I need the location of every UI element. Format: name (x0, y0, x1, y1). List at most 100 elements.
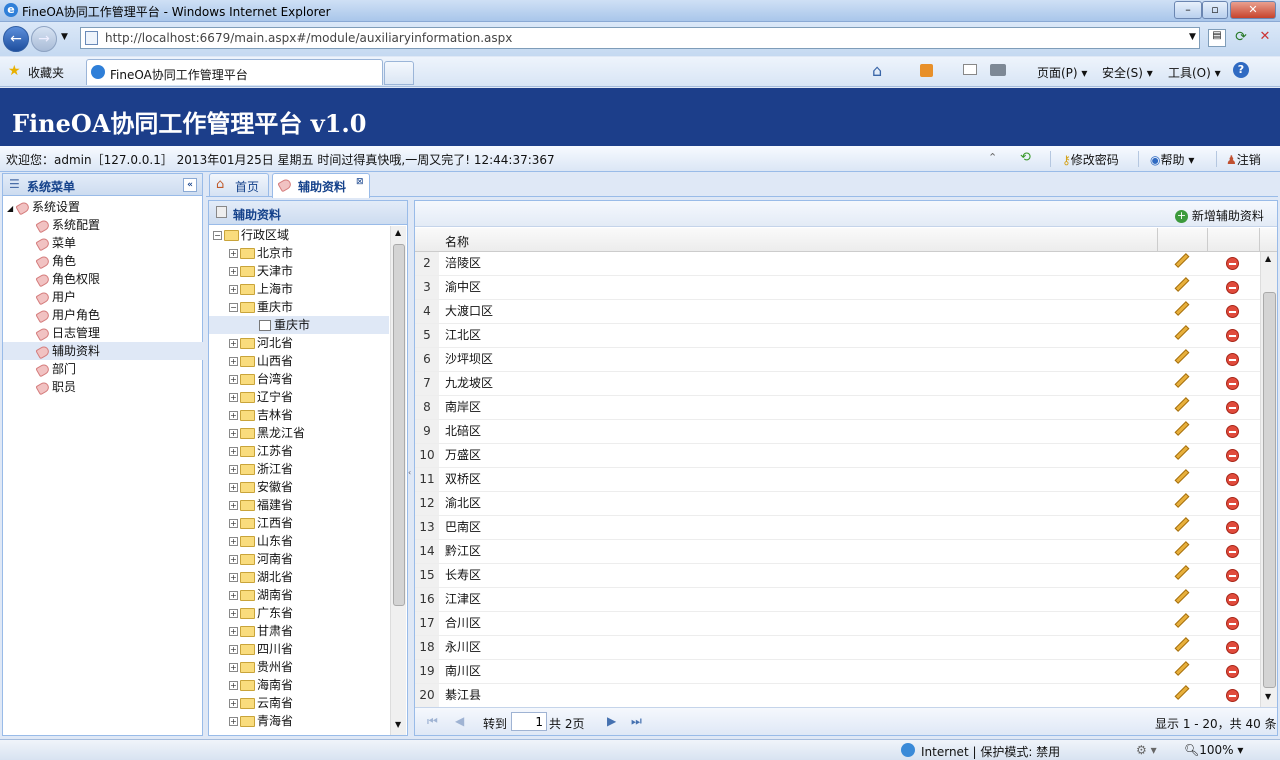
sidebar-item-menu[interactable]: 菜单 (3, 234, 203, 252)
expand-toggle-icon[interactable]: + (229, 447, 238, 456)
help-circle-icon[interactable]: ? (1233, 62, 1249, 78)
tree-node[interactable]: + 北京市 (229, 244, 293, 262)
table-row[interactable]: 9 北碚区 (415, 420, 1260, 444)
table-row[interactable]: 15 长寿区 (415, 564, 1260, 588)
tree-node[interactable]: + 山东省 (229, 532, 293, 550)
collapse-toggle-icon[interactable]: − (229, 303, 238, 312)
minimize-button[interactable]: – (1174, 1, 1202, 19)
expand-toggle-icon[interactable]: + (229, 501, 238, 510)
edit-pencil-icon[interactable] (1174, 613, 1190, 628)
zone-text[interactable]: Internet | 保护模式: 禁用 (921, 743, 1060, 760)
browser-tab[interactable]: FineOA协同工作管理平台 (86, 59, 383, 85)
tree-node[interactable]: + 湖北省 (229, 568, 293, 586)
address-bar[interactable]: http://localhost:6679/main.aspx#/module/… (80, 27, 1200, 49)
delete-icon[interactable] (1226, 401, 1239, 414)
tree-node[interactable]: + 河北省 (229, 334, 293, 352)
expand-toggle-icon[interactable]: + (229, 573, 238, 582)
delete-icon[interactable] (1226, 353, 1239, 366)
tree-node[interactable]: + 上海市 (229, 280, 293, 298)
scroll-up-arrow-icon[interactable]: ▲ (395, 228, 401, 237)
grid-scroll-thumb[interactable] (1263, 292, 1276, 688)
table-row[interactable]: 6 沙坪坝区 (415, 348, 1260, 372)
expand-toggle-icon[interactable]: + (229, 591, 238, 600)
edit-pencil-icon[interactable] (1174, 325, 1190, 340)
expand-toggle-icon[interactable]: + (229, 483, 238, 492)
expand-toggle-icon[interactable]: + (229, 645, 238, 654)
table-row[interactable]: 20 綦江县 (415, 684, 1260, 707)
delete-icon[interactable] (1226, 617, 1239, 630)
tree-node[interactable]: + 贵州省 (229, 658, 293, 676)
expand-toggle-icon[interactable]: + (229, 717, 238, 726)
favorites-button[interactable]: 收藏夹 (28, 64, 64, 81)
expand-toggle-icon[interactable]: + (229, 663, 238, 672)
edit-pencil-icon[interactable] (1174, 253, 1190, 268)
delete-icon[interactable] (1226, 665, 1239, 678)
edit-pencil-icon[interactable] (1174, 349, 1190, 364)
expand-toggle-icon[interactable]: + (229, 249, 238, 258)
expand-toggle-icon[interactable]: + (229, 519, 238, 528)
expand-toggle-icon[interactable]: + (229, 411, 238, 420)
delete-icon[interactable] (1226, 641, 1239, 654)
scroll-down-arrow-icon[interactable]: ▼ (1265, 692, 1271, 701)
edit-pencil-icon[interactable] (1174, 397, 1190, 412)
maximize-button[interactable]: ▫ (1202, 1, 1228, 19)
table-row[interactable]: 2 涪陵区 (415, 252, 1260, 276)
next-page-icon[interactable]: ▶ (607, 714, 616, 728)
forward-button[interactable]: → (31, 26, 57, 52)
expand-toggle-icon[interactable]: + (229, 429, 238, 438)
last-page-icon[interactable]: ⏭ (631, 714, 642, 729)
tree-node[interactable]: + 四川省 (229, 640, 293, 658)
delete-icon[interactable] (1226, 497, 1239, 510)
stop-icon[interactable]: ✕ (1256, 29, 1274, 47)
expand-toggle-icon[interactable]: + (229, 267, 238, 276)
table-row[interactable]: 12 渝北区 (415, 492, 1260, 516)
sidebar-item-user[interactable]: 用户 (3, 288, 203, 306)
tree-scroll-thumb[interactable] (393, 244, 405, 606)
add-aux-info-button[interactable]: + 新增辅助资料 (1175, 207, 1264, 224)
expand-toggle-icon[interactable]: + (229, 609, 238, 618)
edit-pencil-icon[interactable] (1174, 517, 1190, 532)
sidebar-item-staff[interactable]: 职员 (3, 378, 203, 396)
logout-button[interactable]: ♟注销 (1226, 151, 1261, 168)
edit-pencil-icon[interactable] (1174, 469, 1190, 484)
table-row[interactable]: 16 江津区 (415, 588, 1260, 612)
tree-node[interactable]: + 福建省 (229, 496, 293, 514)
edit-pencil-icon[interactable] (1174, 301, 1190, 316)
zoom-control[interactable]: 🔍︎100% ▾ (1184, 743, 1243, 757)
delete-icon[interactable] (1226, 449, 1239, 462)
tree-node[interactable]: + 黑龙江省 (229, 424, 305, 442)
edit-pencil-icon[interactable] (1174, 373, 1190, 388)
refresh-app-icon[interactable]: ⟲ (1020, 150, 1031, 165)
tree-node[interactable]: + 天津市 (229, 262, 293, 280)
table-row[interactable]: 8 南岸区 (415, 396, 1260, 420)
edit-pencil-icon[interactable] (1174, 565, 1190, 580)
tree-node[interactable]: + 甘肃省 (229, 622, 293, 640)
tree-node[interactable]: + 吉林省 (229, 406, 293, 424)
print-icon[interactable] (990, 64, 1006, 76)
delete-icon[interactable] (1226, 569, 1239, 582)
table-row[interactable]: 18 永川区 (415, 636, 1260, 660)
tree-node[interactable]: + 江苏省 (229, 442, 293, 460)
column-header-name[interactable]: 名称 (445, 233, 469, 250)
tree-node[interactable]: + 湖南省 (229, 586, 293, 604)
tree-root[interactable]: − 行政区域 (213, 226, 289, 244)
collapse-sidebar-button[interactable]: « (183, 178, 197, 192)
prev-page-icon[interactable]: ◀ (455, 714, 464, 728)
protected-mode-icon[interactable]: ⚙ ▾ (1136, 743, 1157, 757)
scroll-down-arrow-icon[interactable]: ▼ (395, 720, 401, 729)
edit-pencil-icon[interactable] (1174, 445, 1190, 460)
delete-icon[interactable] (1226, 257, 1239, 270)
change-password-button[interactable]: ⚷修改密码 (1062, 151, 1119, 168)
mail-icon[interactable] (963, 64, 977, 75)
sidebar-root[interactable]: ◢ 系统设置 (7, 198, 80, 216)
expand-toggle-icon[interactable]: + (229, 681, 238, 690)
sidebar-item-role-permission[interactable]: 角色权限 (3, 270, 203, 288)
page-number-input[interactable] (511, 712, 547, 731)
expand-toggle-icon[interactable]: + (229, 555, 238, 564)
tab-home[interactable]: ⌂ 首页 (209, 173, 269, 196)
delete-icon[interactable] (1226, 377, 1239, 390)
tree-node[interactable]: + 青海省 (229, 712, 293, 730)
delete-icon[interactable] (1226, 425, 1239, 438)
refresh-icon[interactable]: ⟳ (1232, 29, 1250, 47)
tree-node-selected[interactable]: 重庆市 (209, 316, 389, 334)
